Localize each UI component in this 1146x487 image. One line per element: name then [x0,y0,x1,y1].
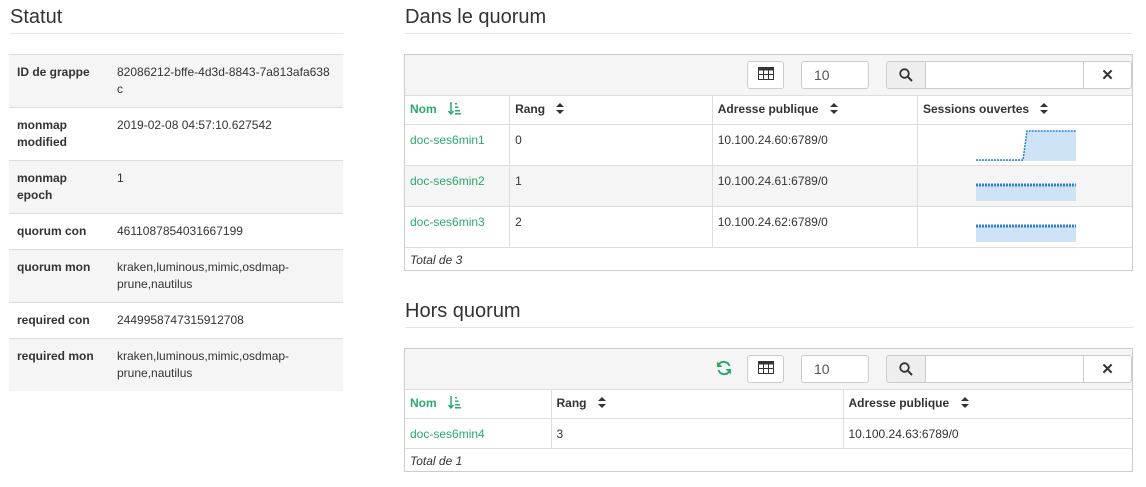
statut-row: monmap modified 2019-02-08 04:57:10.6275… [9,107,343,161]
statut-table: ID de grappe 82086212-bffe-4d3d-8843-7a8… [9,54,343,391]
statut-key: quorum con [9,213,109,250]
statut-value: 1 [109,160,343,214]
sessions-sparkline [917,124,1132,166]
statut-value: 2449958747315912708 [109,302,343,339]
column-header-adresse[interactable]: Adresse publique [843,390,1132,419]
statut-title: Statut [10,6,63,28]
statut-row: monmap epoch 1 [9,160,343,214]
table-row: doc-ses6min2 1 10.100.24.61:6789/0 [405,165,1132,207]
statut-key: ID de grappe [9,54,109,108]
page-size-input[interactable]: 10 [801,355,869,383]
in-quorum-title: Dans le quorum [405,6,547,28]
statut-row: required mon kraken,luminous,mimic,osdma… [9,338,343,391]
search-input[interactable] [926,61,1084,89]
table-footer: Total de 3 [410,252,463,267]
column-header-nom[interactable]: Nom [405,96,511,125]
out-quorum-panel: 10 ✕ Nom Rang Adresse publique doc-ses6m… [404,348,1133,472]
column-header-nom[interactable]: Nom [405,390,552,419]
table-icon [757,361,774,377]
sort-icon [960,397,969,411]
search-icon [886,61,926,89]
statut-key: required mon [9,338,109,391]
statut-key: required con [9,302,109,339]
table-toolbar: 10 ✕ [405,349,1132,390]
refresh-icon [716,360,732,379]
column-header-adresse[interactable]: Adresse publique [712,96,919,125]
sort-amount-asc-icon [447,395,462,412]
search-group: ✕ [886,355,1132,383]
clear-search-button[interactable]: ✕ [1084,355,1132,383]
column-toggle-button[interactable] [747,61,784,89]
table-row: doc-ses6min3 2 10.100.24.62:6789/0 [405,206,1132,248]
statut-key: quorum mon [9,249,109,303]
table-footer: Total de 1 [410,453,463,468]
statut-row: ID de grappe 82086212-bffe-4d3d-8843-7a8… [9,54,343,108]
close-icon: ✕ [1101,361,1114,378]
address-cell: 10.100.24.63:6789/0 [843,418,1132,449]
table-toolbar: 10 ✕ [405,55,1132,96]
statut-key: monmap modified [9,107,109,161]
page-size-input[interactable]: 10 [801,61,869,89]
column-toggle-button[interactable] [747,355,784,383]
statut-value: kraken,luminous,mimic,osdmap-prune,nauti… [109,338,343,391]
monitor-link[interactable]: doc-ses6min4 [410,427,485,441]
monitor-link[interactable]: doc-ses6min2 [410,174,485,188]
rank-cell: 2 [509,206,713,248]
rank-cell: 0 [509,124,713,166]
sort-icon [829,103,838,117]
table-row: doc-ses6min4 3 10.100.24.63:6789/0 [405,418,1132,449]
sessions-sparkline [917,165,1132,207]
sort-amount-asc-icon [447,101,462,118]
column-header-rang[interactable]: Rang [509,96,713,125]
statut-value: 4611087854031667199 [109,213,343,250]
clear-search-button[interactable]: ✕ [1084,61,1132,89]
search-group: ✕ [886,61,1132,89]
statut-key: monmap epoch [9,160,109,214]
in-quorum-table: Nom Rang Adresse publique Sessions ouver… [405,96,1132,248]
statut-value: 2019-02-08 04:57:10.627542 [109,107,343,161]
in-quorum-panel: 10 ✕ Nom Rang Adresse publique Sessions … [404,54,1133,271]
column-header-rang[interactable]: Rang [551,390,844,419]
table-icon [757,67,774,83]
monitor-link[interactable]: doc-ses6min1 [410,133,485,147]
statut-row: quorum mon kraken,luminous,mimic,osdmap-… [9,249,343,303]
rank-cell: 1 [509,165,713,207]
column-header-sessions[interactable]: Sessions ouvertes [917,96,1132,125]
divider [405,327,1133,328]
search-icon [886,355,926,383]
address-cell: 10.100.24.60:6789/0 [712,124,919,166]
address-cell: 10.100.24.62:6789/0 [712,206,919,248]
table-row: doc-ses6min1 0 10.100.24.60:6789/0 [405,124,1132,166]
search-input[interactable] [926,355,1084,383]
out-quorum-table: Nom Rang Adresse publique doc-ses6min4 3… [405,390,1132,449]
close-icon: ✕ [1101,67,1114,84]
address-cell: 10.100.24.61:6789/0 [712,165,919,207]
sort-icon [1040,103,1049,117]
statut-row: quorum con 4611087854031667199 [9,213,343,250]
statut-row: required con 2449958747315912708 [9,302,343,339]
sort-icon [556,103,565,117]
out-quorum-title: Hors quorum [405,300,521,322]
refresh-button[interactable] [714,359,734,379]
statut-value: 82086212-bffe-4d3d-8843-7a813afa638c [109,54,343,108]
divider [405,33,1133,34]
rank-cell: 3 [551,418,844,449]
sort-icon [597,397,606,411]
divider [10,33,343,34]
statut-value: kraken,luminous,mimic,osdmap-prune,nauti… [109,249,343,303]
sessions-sparkline [917,206,1132,248]
monitor-link[interactable]: doc-ses6min3 [410,215,485,229]
